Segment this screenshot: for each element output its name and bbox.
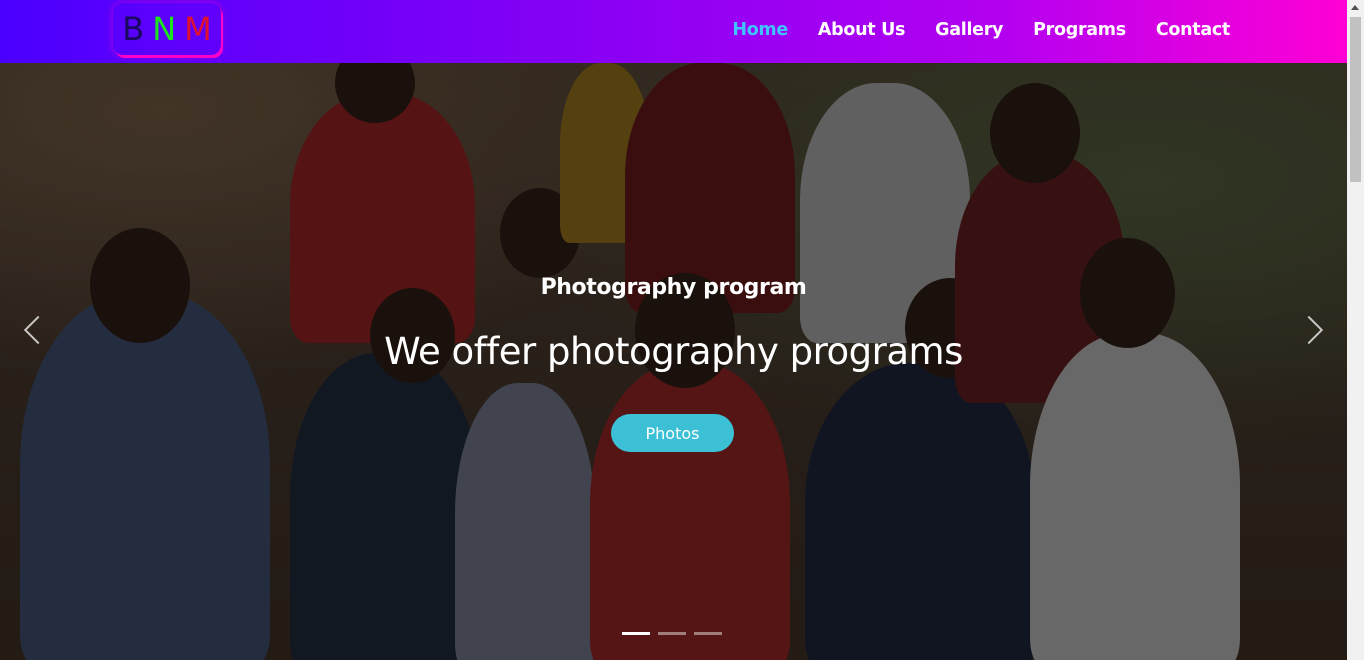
logo-letter-m: M bbox=[184, 10, 212, 48]
nav-programs[interactable]: Programs bbox=[1033, 20, 1126, 40]
main-nav: Home About Us Gallery Programs Contact bbox=[732, 20, 1230, 40]
nav-about-us[interactable]: About Us bbox=[818, 20, 906, 40]
logo-letter-n: N bbox=[152, 10, 177, 48]
page-scrollbar[interactable] bbox=[1347, 0, 1364, 660]
scroll-up-arrow-icon[interactable] bbox=[1351, 5, 1359, 10]
hero-carousel: Photography program We offer photography… bbox=[0, 63, 1347, 660]
carousel-indicators bbox=[622, 632, 722, 635]
nav-contact[interactable]: Contact bbox=[1156, 20, 1230, 40]
logo-letter-b: B bbox=[122, 10, 145, 48]
navbar: B N M Home About Us Gallery Programs Con… bbox=[0, 0, 1347, 63]
carousel-indicator-1[interactable] bbox=[622, 632, 650, 635]
hero-subtitle: Photography program bbox=[540, 275, 807, 300]
photos-button[interactable]: Photos bbox=[611, 414, 734, 452]
nav-gallery[interactable]: Gallery bbox=[935, 20, 1003, 40]
hero-title: We offer photography programs bbox=[384, 330, 963, 373]
carousel-indicator-3[interactable] bbox=[694, 632, 722, 635]
brand-logo[interactable]: B N M bbox=[113, 3, 221, 55]
nav-home[interactable]: Home bbox=[732, 20, 788, 40]
scrollbar-thumb[interactable] bbox=[1350, 17, 1361, 182]
carousel-indicator-2[interactable] bbox=[658, 632, 686, 635]
